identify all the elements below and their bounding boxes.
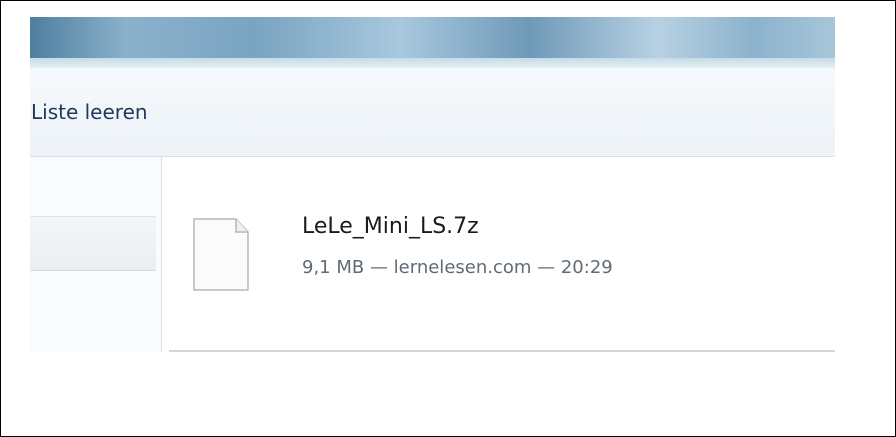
- download-filename: LeLe_Mini_LS.7z: [302, 214, 479, 239]
- download-status-line: 9,1 MB — lernelesen.com — 20:29: [302, 257, 613, 278]
- clear-list-button[interactable]: Liste leeren: [31, 100, 148, 124]
- sidebar: [30, 157, 162, 352]
- download-item[interactable]: LeLe_Mini_LS.7z 9,1 MB — lernelesen.com …: [162, 157, 835, 349]
- toolbar: Liste leeren: [30, 68, 835, 157]
- downloads-window: Liste leeren LeLe_Mini_LS.7z 9,1 MB — le…: [30, 17, 835, 352]
- screenshot-frame: Liste leeren LeLe_Mini_LS.7z 9,1 MB — le…: [0, 0, 896, 437]
- generic-file-icon: [193, 218, 249, 291]
- sidebar-item-selected[interactable]: [30, 216, 156, 271]
- window-titlebar[interactable]: [30, 17, 835, 68]
- downloads-list: LeLe_Mini_LS.7z 9,1 MB — lernelesen.com …: [162, 157, 835, 352]
